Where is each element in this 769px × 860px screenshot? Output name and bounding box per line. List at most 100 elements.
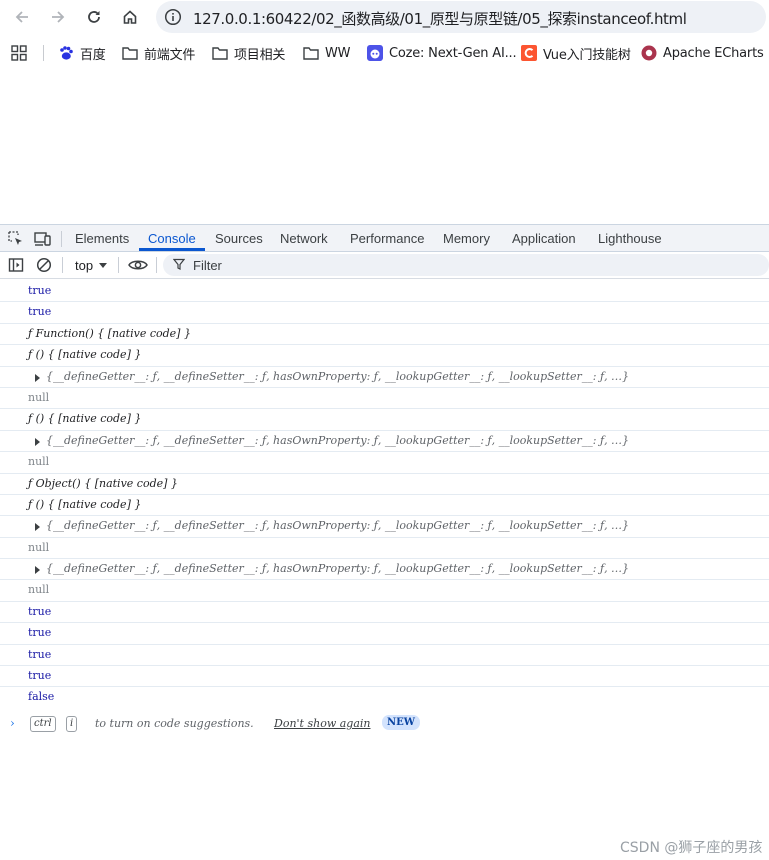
console-message: true — [0, 281, 769, 303]
console-message: ƒ Function() { [native code] } — [0, 324, 769, 346]
bookmark-vue[interactable]: Vue入门技能树 — [521, 43, 631, 63]
console-function[interactable]: ƒ Function() { [native code] } — [28, 324, 191, 344]
address-bar[interactable]: 127.0.0.1:60422/02_函数高级/01_原型与原型链/05_探索i… — [156, 1, 766, 33]
bookmark-label: 前端文件 — [144, 47, 196, 63]
filter-placeholder: Filter — [193, 258, 222, 273]
console-prompt[interactable]: › ctrl i to turn on code suggestions. Do… — [0, 712, 769, 734]
console-message: ƒ () { [native code] } — [0, 495, 769, 517]
sidebar-toggle-button[interactable] — [7, 256, 25, 274]
expand-triangle-icon[interactable] — [35, 566, 40, 575]
reload-button[interactable] — [82, 5, 106, 29]
console-function[interactable]: ƒ () { [native code] } — [28, 409, 141, 429]
tab-console[interactable]: Console — [148, 231, 196, 246]
tab-application[interactable]: Application — [512, 231, 576, 246]
console-message: null — [0, 452, 769, 474]
console-value: null — [28, 583, 50, 597]
bookmark-folder-ww[interactable]: WW — [303, 43, 351, 63]
bookmark-baidu[interactable]: 百度 — [58, 43, 106, 63]
console-object[interactable]: {__defineGetter__: ƒ, __defineSetter__: … — [46, 559, 629, 579]
ctrl-key: ctrl — [30, 716, 56, 732]
bookmark-label: Coze: Next-Gen AI... — [389, 45, 517, 61]
tab-performance[interactable]: Performance — [350, 231, 424, 246]
console-message: true — [0, 645, 769, 667]
page-viewport — [0, 74, 769, 224]
suggestion-hint: to turn on code suggestions. — [95, 717, 254, 730]
clear-console-icon — [36, 257, 52, 273]
folder-icon — [122, 45, 138, 61]
context-selector[interactable]: top — [75, 258, 93, 273]
expand-triangle-icon[interactable] — [35, 373, 40, 382]
console-message: null — [0, 580, 769, 602]
tab-sources[interactable]: Sources — [215, 231, 263, 246]
bookmark-label: 项目相关 — [234, 47, 286, 63]
site-info-icon[interactable] — [164, 8, 182, 26]
expand-triangle-icon[interactable] — [35, 523, 40, 532]
bookmarks-separator — [43, 45, 44, 61]
console-function[interactable]: ƒ () { [native code] } — [28, 495, 141, 515]
clear-console-button[interactable] — [35, 256, 53, 274]
bookmark-label: Apache ECharts — [663, 45, 764, 61]
console-value: true — [28, 626, 52, 640]
console-object[interactable]: {__defineGetter__: ƒ, __defineSetter__: … — [46, 431, 629, 451]
console-message: true — [0, 602, 769, 624]
console-value: null — [28, 390, 50, 404]
bookmark-coze[interactable]: Coze: Next-Gen AI... — [367, 43, 517, 63]
dont-show-again-link[interactable]: Don't show again — [274, 717, 371, 730]
console-value: true — [28, 284, 52, 297]
devtools-tabbar: Elements Console Sources Network Perform… — [0, 224, 769, 252]
expand-triangle-icon[interactable] — [35, 437, 40, 446]
i-key: i — [66, 716, 78, 732]
csdn-icon — [521, 45, 537, 61]
console-value: null — [28, 455, 50, 469]
console-message: {__defineGetter__: ƒ, __defineSetter__: … — [0, 367, 769, 388]
back-button[interactable] — [10, 5, 34, 29]
live-expression-button[interactable] — [128, 256, 148, 274]
bookmark-label: 百度 — [80, 47, 106, 63]
inspect-cursor-icon — [8, 231, 22, 245]
folder-icon — [303, 45, 319, 61]
home-icon — [123, 10, 137, 24]
console-function[interactable]: ƒ () { [native code] } — [28, 345, 141, 365]
bookmarks-bar: 百度 前端文件 项目相关 WW Coze: Next-Gen AI... Vue… — [0, 38, 769, 68]
toolbar-divider — [61, 231, 62, 247]
console-function[interactable]: ƒ Object() { [native code] } — [28, 474, 178, 494]
tab-memory[interactable]: Memory — [443, 231, 490, 246]
forward-button[interactable] — [46, 5, 70, 29]
console-value: null — [28, 540, 50, 554]
console-message: ƒ Object() { [native code] } — [0, 474, 769, 495]
baidu-icon — [58, 45, 74, 61]
bookmark-folder-frontend[interactable]: 前端文件 — [122, 43, 195, 63]
console-object[interactable]: {__defineGetter__: ƒ, __defineSetter__: … — [46, 516, 629, 536]
tab-lighthouse[interactable]: Lighthouse — [598, 231, 662, 246]
console-message: true — [0, 666, 769, 688]
home-button[interactable] — [118, 5, 142, 29]
tab-elements[interactable]: Elements — [75, 231, 129, 246]
console-message: null — [0, 538, 769, 560]
console-filter-input[interactable]: Filter — [163, 254, 769, 276]
inspect-element-button[interactable] — [7, 230, 25, 248]
console-value: true — [28, 669, 52, 683]
bookmark-label: WW — [325, 45, 351, 61]
bookmark-folder-projects[interactable]: 项目相关 — [212, 43, 285, 63]
console-message: null — [0, 388, 769, 410]
reload-icon — [88, 11, 100, 23]
console-value: true — [28, 604, 52, 618]
tab-network[interactable]: Network — [280, 231, 328, 246]
device-toolbar-button[interactable] — [34, 230, 52, 248]
apps-grid-icon — [11, 45, 27, 61]
chevron-down-icon — [99, 263, 107, 268]
coze-icon — [367, 45, 383, 61]
console-object[interactable]: {__defineGetter__: ƒ, __defineSetter__: … — [46, 367, 629, 387]
console-message: {__defineGetter__: ƒ, __defineSetter__: … — [0, 516, 769, 538]
url-text: 127.0.0.1:60422/02_函数高级/01_原型与原型链/05_探索i… — [193, 10, 687, 28]
filter-icon — [173, 258, 185, 270]
arrow-right-icon — [52, 11, 65, 23]
apps-button[interactable] — [11, 43, 27, 63]
toolbar-divider — [156, 257, 157, 273]
prompt-chevron-icon: › — [10, 716, 15, 730]
device-icon — [34, 232, 51, 246]
eye-icon — [128, 260, 148, 270]
console-value: true — [28, 647, 52, 661]
echarts-icon — [641, 45, 657, 61]
bookmark-echarts[interactable]: Apache ECharts — [641, 43, 764, 63]
